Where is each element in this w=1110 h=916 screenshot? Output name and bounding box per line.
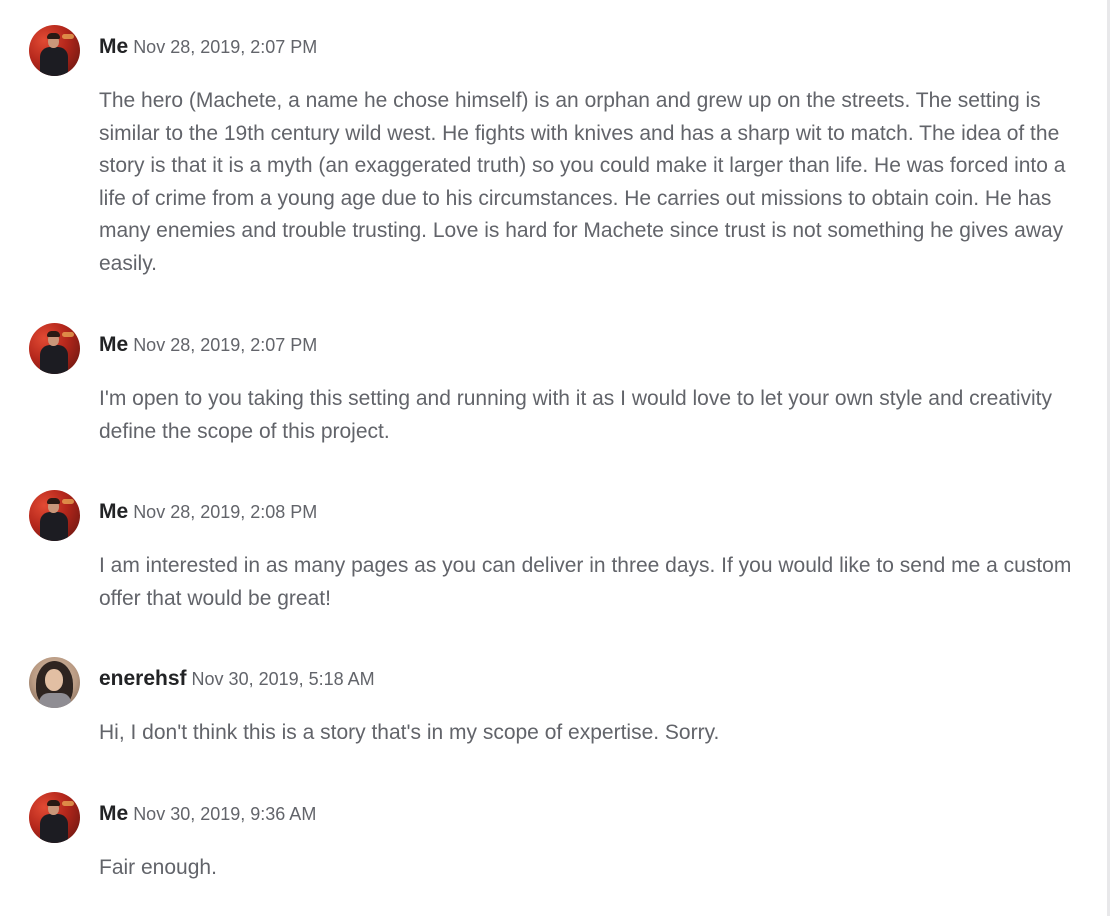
- avatar-photo-hair: [47, 800, 60, 806]
- avatar-photo-hair: [47, 33, 60, 39]
- message-text: Hi, I don't think this is a story that's…: [99, 721, 720, 744]
- message-header: Me Nov 28, 2019, 2:07 PM: [99, 331, 317, 359]
- avatar-photo-light: [62, 801, 74, 806]
- sender-name[interactable]: enerehsf: [99, 667, 187, 690]
- message-header: enerehsf Nov 30, 2019, 5:18 AM: [99, 665, 375, 693]
- avatar[interactable]: [29, 490, 80, 541]
- message-timestamp: Nov 30, 2019, 5:18 AM: [191, 669, 375, 689]
- avatar[interactable]: [29, 792, 80, 843]
- avatar-photo-body: [40, 345, 68, 374]
- avatar-photo-light: [62, 332, 74, 337]
- avatar[interactable]: [29, 323, 80, 374]
- avatar-photo-hair: [47, 331, 60, 337]
- avatar-photo-body: [40, 512, 68, 541]
- sender-name[interactable]: Me: [99, 333, 128, 356]
- avatar-photo-body: [39, 693, 71, 708]
- message-timestamp: Nov 28, 2019, 2:07 PM: [133, 335, 318, 355]
- message-header: Me Nov 30, 2019, 9:36 AM: [99, 800, 316, 828]
- avatar-photo-hair: [47, 498, 60, 504]
- avatar[interactable]: [29, 25, 80, 76]
- message-text: I'm open to you taking this setting and …: [99, 387, 1053, 443]
- message-text: The hero (Machete, a name he chose himse…: [99, 89, 1066, 275]
- sender-name[interactable]: Me: [99, 35, 128, 58]
- sender-name[interactable]: Me: [99, 802, 128, 825]
- avatar[interactable]: [29, 657, 80, 708]
- avatar-photo-body: [40, 47, 68, 76]
- message-header: Me Nov 28, 2019, 2:08 PM: [99, 498, 317, 526]
- message-text: I am interested in as many pages as you …: [99, 554, 1072, 610]
- avatar-photo-light: [62, 499, 74, 504]
- message-timestamp: Nov 28, 2019, 2:08 PM: [133, 502, 318, 522]
- avatar-photo-head: [45, 669, 63, 691]
- message-text: Fair enough.: [99, 856, 217, 879]
- avatar-photo-light: [62, 34, 74, 39]
- message-timestamp: Nov 30, 2019, 9:36 AM: [133, 804, 317, 824]
- message-timestamp: Nov 28, 2019, 2:07 PM: [133, 37, 318, 57]
- sender-name[interactable]: Me: [99, 500, 128, 523]
- avatar-photo-body: [40, 814, 68, 843]
- message-header: Me Nov 28, 2019, 2:07 PM: [99, 33, 317, 61]
